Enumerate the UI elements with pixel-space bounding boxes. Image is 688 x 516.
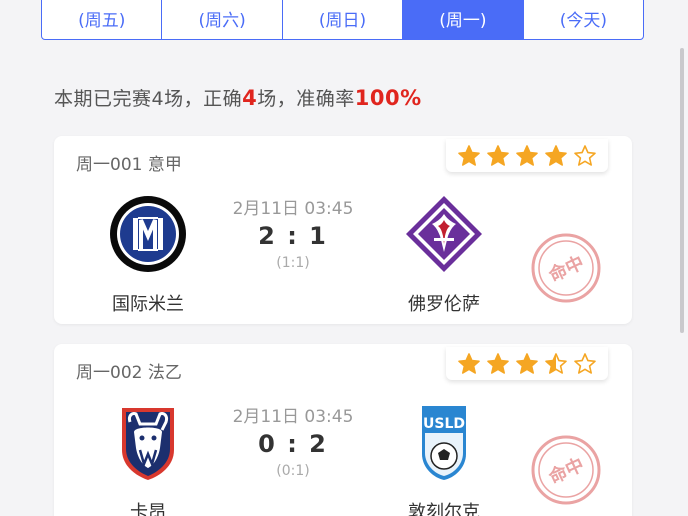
star-filled-icon [487, 352, 509, 374]
svg-text:命中: 命中 [545, 251, 587, 286]
star-filled-icon [545, 144, 567, 166]
match-card[interactable]: 周一001 意甲 国际米兰 2月11日 03:45 2 : 1 (1:1) 佛罗… [54, 136, 632, 324]
correct-count: 4 [242, 86, 258, 110]
rating-stars [446, 347, 608, 380]
dunkerque-logo: USLD [404, 402, 484, 482]
half-time-score: (1:1) [276, 255, 310, 271]
scrollbar[interactable] [680, 48, 684, 333]
tab-friday[interactable]: (周五) [42, 0, 163, 39]
home-team-name: 卡昂 [130, 502, 166, 516]
home-team[interactable]: 国际米兰 [78, 194, 218, 316]
away-team[interactable]: USLD 敦刻尔克 [374, 402, 514, 516]
accuracy-rate: 100% [354, 86, 422, 110]
star-filled-icon [458, 144, 480, 166]
star-filled-icon [487, 144, 509, 166]
match-time: 2月11日 03:45 [232, 407, 354, 427]
hit-stamp: 命中 [530, 434, 602, 506]
star-filled-icon [516, 352, 538, 374]
match-score: 2 : 1 [258, 222, 328, 250]
away-team-name: 敦刻尔克 [408, 502, 480, 516]
match-score: 0 : 2 [258, 430, 328, 458]
match-info: 2月11日 03:45 0 : 2 (0:1) [214, 402, 372, 479]
league-label: 周一002 法乙 [76, 363, 182, 383]
away-team[interactable]: 佛罗伦萨 [374, 194, 514, 316]
inter-milan-logo [108, 194, 188, 274]
away-team-name: 佛罗伦萨 [408, 294, 480, 315]
home-team-name: 国际米兰 [112, 294, 184, 315]
match-time: 2月11日 03:45 [232, 199, 354, 219]
star-filled-icon [516, 144, 538, 166]
tab-monday[interactable]: (周一) [403, 0, 524, 39]
star-empty-icon [574, 352, 596, 374]
tab-saturday[interactable]: (周六) [162, 0, 283, 39]
half-time-score: (0:1) [276, 463, 310, 479]
hit-stamp: 命中 [530, 232, 602, 304]
date-tabs: (周五) (周六) (周日) (周一) (今天) [41, 0, 644, 40]
star-filled-icon [458, 352, 480, 374]
league-label: 周一001 意甲 [76, 155, 182, 175]
rating-stars [446, 139, 608, 172]
star-half-icon [545, 352, 567, 374]
tab-sunday[interactable]: (周日) [283, 0, 404, 39]
svg-text:命中: 命中 [545, 453, 587, 488]
svg-text:USLD: USLD [423, 416, 465, 432]
results-summary: 本期已完赛4场，正确4场，准确率100% [54, 86, 422, 110]
home-team[interactable]: 卡昂 [78, 402, 218, 516]
tab-today[interactable]: (今天) [524, 0, 643, 39]
star-empty-icon [574, 144, 596, 166]
fiorentina-logo [404, 194, 484, 274]
match-card[interactable]: 周一002 法乙 卡昂 2月11日 03:45 0 : 2 (0:1) USLD… [54, 344, 632, 516]
caen-logo [108, 402, 188, 482]
match-info: 2月11日 03:45 2 : 1 (1:1) [214, 194, 372, 271]
